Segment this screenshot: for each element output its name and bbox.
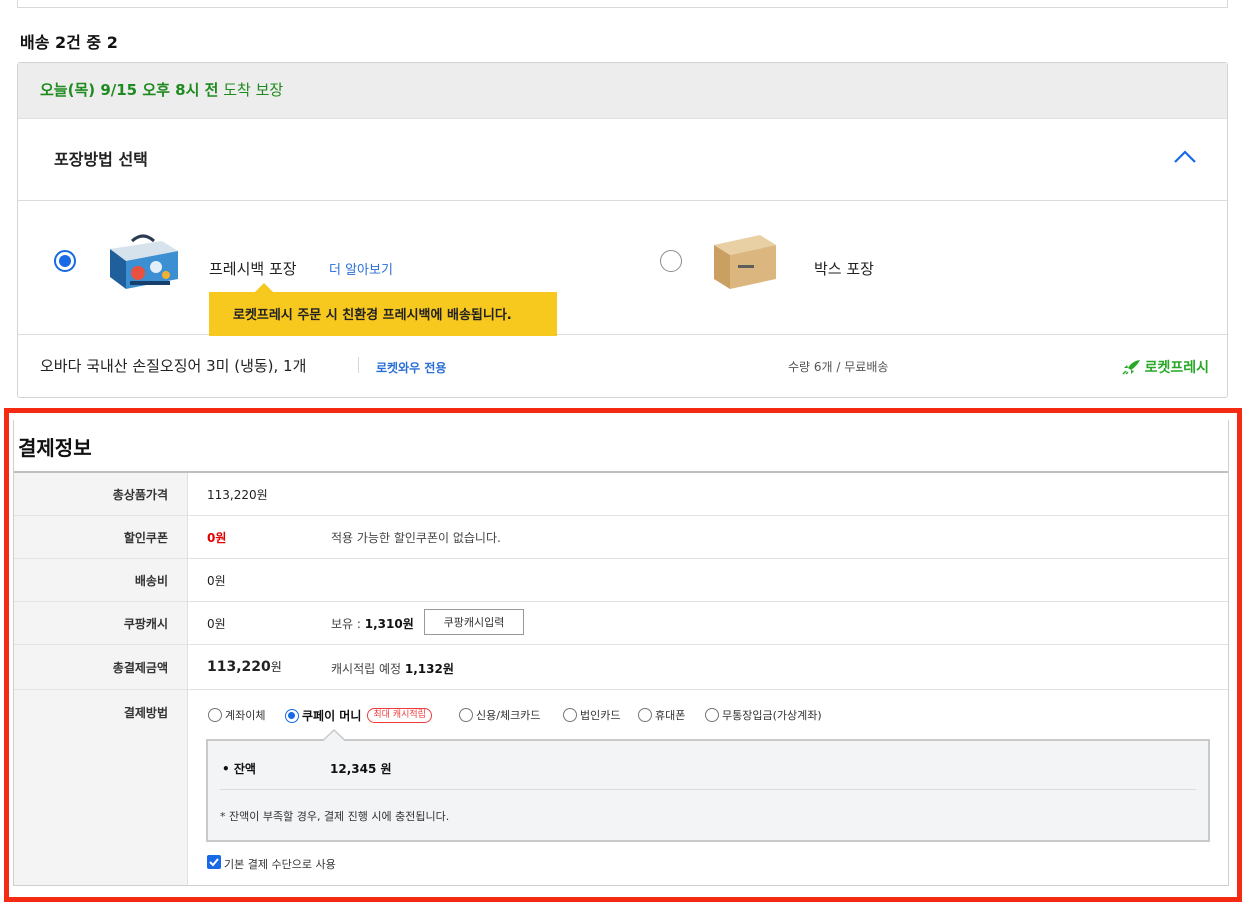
default-payment-label[interactable]: 기본 결제 수단으로 사용 <box>224 856 336 872</box>
method-credit-card[interactable]: 신용/체크카드 <box>459 707 540 723</box>
row-divider <box>14 644 1228 645</box>
freshbag-radio[interactable] <box>54 250 76 272</box>
method-virtual-account[interactable]: 무통장입금(가상계좌) <box>705 707 822 723</box>
shipping-value: 0원 <box>207 574 226 588</box>
radio-icon[interactable] <box>285 708 299 723</box>
method-bank-transfer[interactable]: 계좌이체 <box>208 707 265 723</box>
learn-more-link[interactable]: 더 알아보기 <box>329 259 393 278</box>
coupon-value: 0원 <box>207 531 227 545</box>
rocket-fresh-badge: 로켓프레시 <box>1122 357 1209 377</box>
rocket-icon <box>1122 360 1140 375</box>
box-radio[interactable] <box>660 250 682 272</box>
method-label: 무통장입금(가상계좌) <box>722 709 822 722</box>
rocket-wow-tag: 로켓와우 전용 <box>376 361 447 375</box>
payment-method-label: 결제방법 <box>123 706 168 720</box>
freshbag-image <box>110 234 178 289</box>
radio-icon[interactable] <box>563 708 577 722</box>
coupon-note: 적용 가능한 할인쿠폰이 없습니다. <box>331 531 501 545</box>
method-label: 휴대폰 <box>655 709 686 722</box>
packaging-header[interactable]: 포장방법 선택 <box>18 119 1227 201</box>
cash-holding-prefix: 보유 : <box>331 617 365 631</box>
balance-value: 12,345 원 <box>330 762 392 776</box>
freshbag-tooltip: 로켓프레시 주문 시 친환경 프레시백에 배송됩니다. <box>209 283 557 336</box>
cash-input-button[interactable]: 쿠팡캐시입력 <box>424 609 524 635</box>
panel-pointer <box>323 729 345 741</box>
chevron-up-icon[interactable] <box>1171 145 1199 169</box>
delivery-guarantee-time: 오늘(목) 9/15 오후 8시 전 <box>40 81 219 99</box>
row-divider <box>14 558 1228 559</box>
cash-value: 0원 <box>207 617 226 631</box>
coupon-label: 할인쿠폰 <box>123 531 168 545</box>
radio-icon[interactable] <box>705 708 719 722</box>
total-product-value: 113,220원 <box>207 488 268 502</box>
max-cash-badge: 최대 캐시적립 <box>367 708 432 723</box>
method-coupay-money[interactable]: 쿠페이 머니 최대 캐시적립 <box>285 707 432 724</box>
method-label: 신용/체크카드 <box>476 709 541 722</box>
method-mobile[interactable]: 휴대폰 <box>638 707 685 723</box>
item-quantity: 수량 6개 / 무료배송 <box>788 360 889 374</box>
checkmark-icon <box>209 858 219 867</box>
shipment-count: 배송 2건 중 2 <box>20 33 118 52</box>
packaging-title: 포장방법 선택 <box>54 150 148 169</box>
row-divider <box>14 515 1228 516</box>
previous-section-border <box>17 0 1228 8</box>
box-image <box>714 235 776 289</box>
method-label: 법인카드 <box>580 709 621 722</box>
cash-reward-note: 캐시적립 예정 1,132원 <box>331 660 454 677</box>
row-divider <box>14 601 1228 602</box>
cash-label: 쿠팡캐시 <box>123 617 168 631</box>
shipping-label: 배송비 <box>134 574 168 588</box>
delivery-card: 오늘(목) 9/15 오후 8시 전 도착 보장 포장방법 선택 프레시백 포장… <box>17 62 1228 398</box>
radio-icon[interactable] <box>208 708 222 722</box>
total-payment-label: 총결제금액 <box>112 661 168 675</box>
radio-icon[interactable] <box>459 708 473 722</box>
default-payment-checkbox[interactable] <box>207 855 221 869</box>
packaging-options: 프레시백 포장 더 알아보기 로켓프레시 주문 시 친환경 프레시백에 배송됩니… <box>18 201 1227 336</box>
method-label: 계좌이체 <box>225 709 266 722</box>
freshbag-label: 프레시백 포장 <box>209 260 297 278</box>
delivery-guarantee-text: 도착 보장 <box>218 81 284 99</box>
item-divider <box>358 357 359 373</box>
method-label: 쿠페이 머니 <box>302 709 362 723</box>
payment-title-divider <box>14 471 1228 473</box>
item-name: 오바다 국내산 손질오징어 3미 (냉동), 1개 <box>40 357 307 375</box>
total-payment-amount: 113,220 <box>207 659 271 675</box>
cash-reward-amount: 1,132원 <box>404 662 454 676</box>
balance-divider <box>220 789 1196 790</box>
row-divider <box>14 689 1228 690</box>
radio-icon[interactable] <box>638 708 652 722</box>
cash-reward-prefix: 캐시적립 예정 <box>331 662 405 676</box>
total-payment-value: 113,220원 <box>207 658 282 675</box>
box-label: 박스 포장 <box>814 260 874 278</box>
cash-holding-amount: 1,310원 <box>364 617 414 631</box>
payment-title: 결제정보 <box>18 436 92 460</box>
cash-holding: 보유 : 1,310원 <box>331 615 414 632</box>
rocket-fresh-label: 로켓프레시 <box>1144 360 1209 376</box>
delivery-guarantee: 오늘(목) 9/15 오후 8시 전 도착 보장 <box>18 63 1227 119</box>
total-product-label: 총상품가격 <box>112 488 168 502</box>
item-row: 오바다 국내산 손질오징어 3미 (냉동), 1개 로켓와우 전용 수량 6개 … <box>18 335 1227 398</box>
balance-note: * 잔액이 부족할 경우, 결제 진행 시에 충전됩니다. <box>220 810 450 823</box>
total-payment-unit: 원 <box>270 660 282 674</box>
balance-panel <box>206 739 1210 842</box>
method-corporate-card[interactable]: 법인카드 <box>563 707 620 723</box>
balance-label: • 잔액 <box>222 762 256 776</box>
